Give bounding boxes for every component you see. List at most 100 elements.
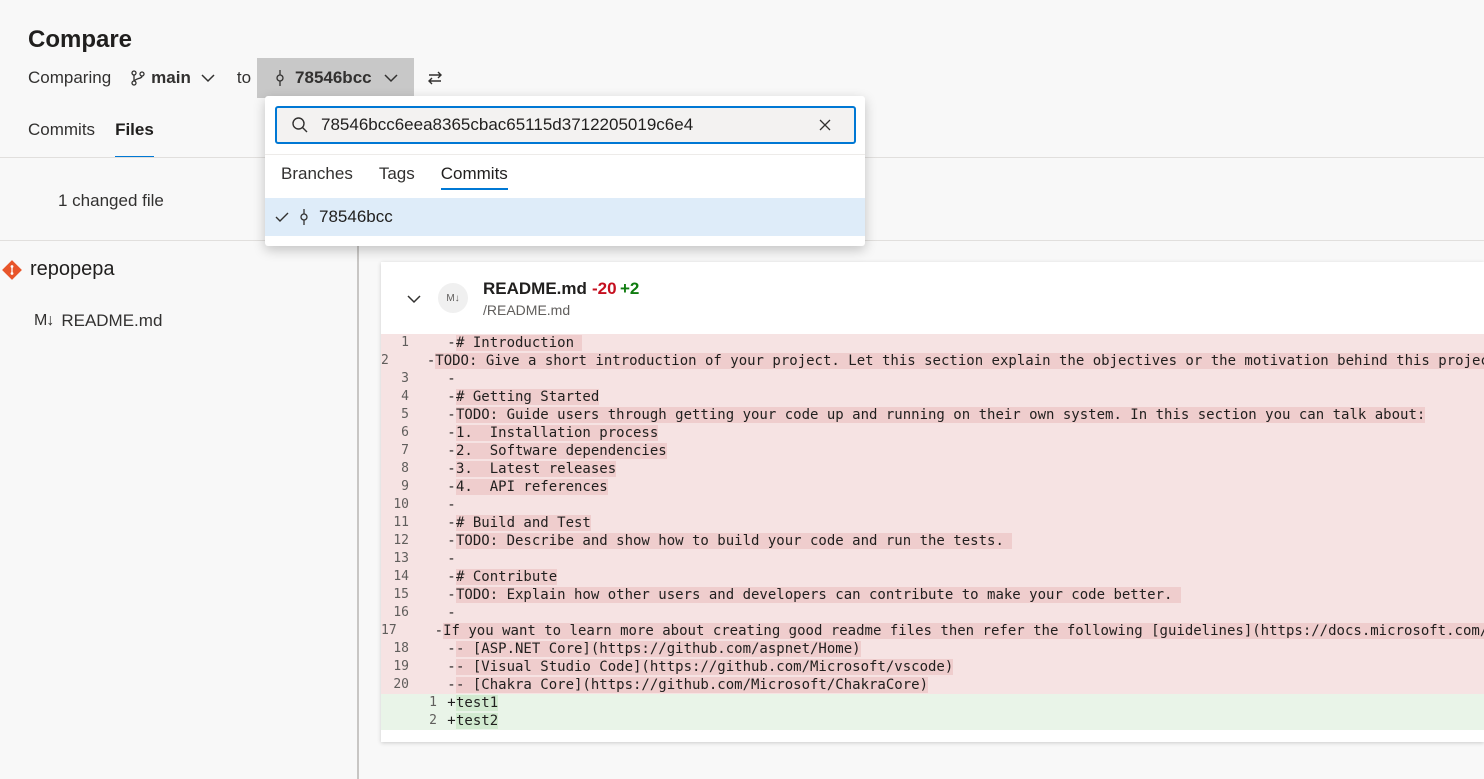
branch-icon [131,70,145,86]
new-line-number [409,388,439,406]
old-line-number [381,712,409,730]
old-line-number: 20 [393,677,409,692]
tab-branches[interactable]: Branches [281,164,353,188]
diff-line: 19 - - [Visual Studio Code](https://github… [381,658,1484,676]
diff-sign: - [447,551,456,567]
diff-line: 16 - [381,604,1484,622]
diff-code: 3. Latest releases [456,460,617,478]
tab-commits-picker[interactable]: Commits [440,164,508,190]
diff-code: 1. Installation process [456,424,659,442]
diff-sign: - [434,623,444,639]
dropdown-tabs: Branches Tags Commits [281,164,534,190]
new-line-number [409,496,439,514]
old-line-number: 19 [393,659,409,674]
diff-sign: - [447,407,456,423]
diff-file-name[interactable]: README.md [483,279,587,299]
new-line-number [409,586,439,604]
old-line-number: 4 [401,389,409,404]
diff-sign: - [447,443,456,459]
tree-file-name: README.md [61,311,163,330]
diff-code: TODO: Give a short introduction of your … [435,352,1484,370]
diff-code: # Getting Started [456,388,600,406]
commit-search-input[interactable] [321,115,811,135]
old-line-number: 5 [401,407,409,422]
diff-line: 4 - # Getting Started [381,388,1484,406]
diff-sign: + [447,695,456,711]
old-line-number: 8 [401,461,409,476]
diff-line: 6 -1. Installation process [381,424,1484,442]
markdown-icon: M↓ [34,312,54,329]
diff-line: 20 - - [Chakra Core](https://github.com/Mi… [381,676,1484,694]
diff-line: 3- [381,370,1484,388]
diff-code-text: test2 [456,713,499,729]
tab-files[interactable]: Files [115,110,154,158]
diff-sign: - [447,461,456,477]
to-label: to [236,68,252,87]
new-line-number [409,658,439,676]
diff-code-text: 4. API references [456,479,608,495]
diff-line: 10 - [381,496,1484,514]
diff-sign: - [447,641,456,657]
old-line-number: 18 [393,641,409,656]
diff-sign: - [447,533,456,549]
old-line-number: 15 [393,587,409,602]
search-icon [292,117,308,133]
diff-code-text: TODO: Guide users through getting your c… [456,407,1426,423]
diff-line: 1 + test1 [381,694,1484,712]
page-title: Compare [28,26,133,53]
diff-code-text: # Getting Started [456,389,600,405]
diff-line: 12 - TODO: Describe and show how to build … [381,532,1484,550]
diff-sign: - [447,515,456,531]
diff-sign: - [447,389,456,405]
compare-row: Comparing main to 78546bcc [28,58,444,98]
old-line-number: 11 [393,515,409,530]
diff-code: - [Chakra Core](https://github.com/Micro… [456,676,929,694]
new-line-number [409,370,439,388]
diff-line: 18 - - [ASP.NET Core](https://github.com/a… [381,640,1484,658]
new-line-number [409,424,439,442]
diff-sign: - [447,587,456,603]
new-line-number [409,550,439,568]
new-line-number [409,406,439,424]
diff-line: 9 -4. API references [381,478,1484,496]
diff-line: 2 - TODO: Give a short introduction of you… [381,352,1484,370]
lines-added-count: +2 [620,279,640,298]
new-line-number [409,478,439,496]
diff-line: 1 - # Introduction [381,334,1484,352]
old-line-number: 17 [381,623,397,638]
new-line-number [397,622,427,640]
source-branch-picker[interactable]: main [131,68,215,88]
new-line-number: 1 [429,695,437,710]
swap-icon[interactable] [426,69,444,87]
diff-code: TODO: Describe and show how to build you… [456,532,1013,550]
diff-code: # Introduction [456,334,583,352]
view-tabs: Commits Files [28,110,174,158]
diff-sign: - [447,605,456,621]
close-icon[interactable] [819,119,831,131]
chevron-down-icon[interactable] [407,294,421,304]
diff-sign: - [447,479,456,495]
diff-code-text: # Build and Test [456,515,591,531]
target-commit-picker[interactable]: 78546bcc [257,58,414,98]
diff-sign: - [447,371,456,387]
diff-code: TODO: Guide users through getting your c… [456,406,1426,424]
diff-code: 2. Software dependencies [456,442,667,460]
old-line-number: 6 [401,425,409,440]
new-line-number [409,568,439,586]
old-line-number: 14 [393,569,409,584]
tab-commits[interactable]: Commits [28,110,95,158]
old-line-number: 7 [401,443,409,458]
new-line-number: 2 [429,713,437,728]
commit-icon [300,209,308,225]
new-line-number [409,676,439,694]
repo-node[interactable]: repopepa [2,258,115,281]
pane-splitter[interactable] [357,242,359,779]
tab-tags[interactable]: Tags [379,164,415,188]
diff-sign: - [426,353,436,369]
commit-search-box [275,106,856,144]
new-line-number [409,334,439,352]
diff-code-text: - [Visual Studio Code](https://github.co… [456,659,954,675]
diff-line: 2 + test2 [381,712,1484,730]
commit-option[interactable]: 78546bcc [265,198,865,236]
tree-file-item[interactable]: M↓ README.md [34,311,162,331]
